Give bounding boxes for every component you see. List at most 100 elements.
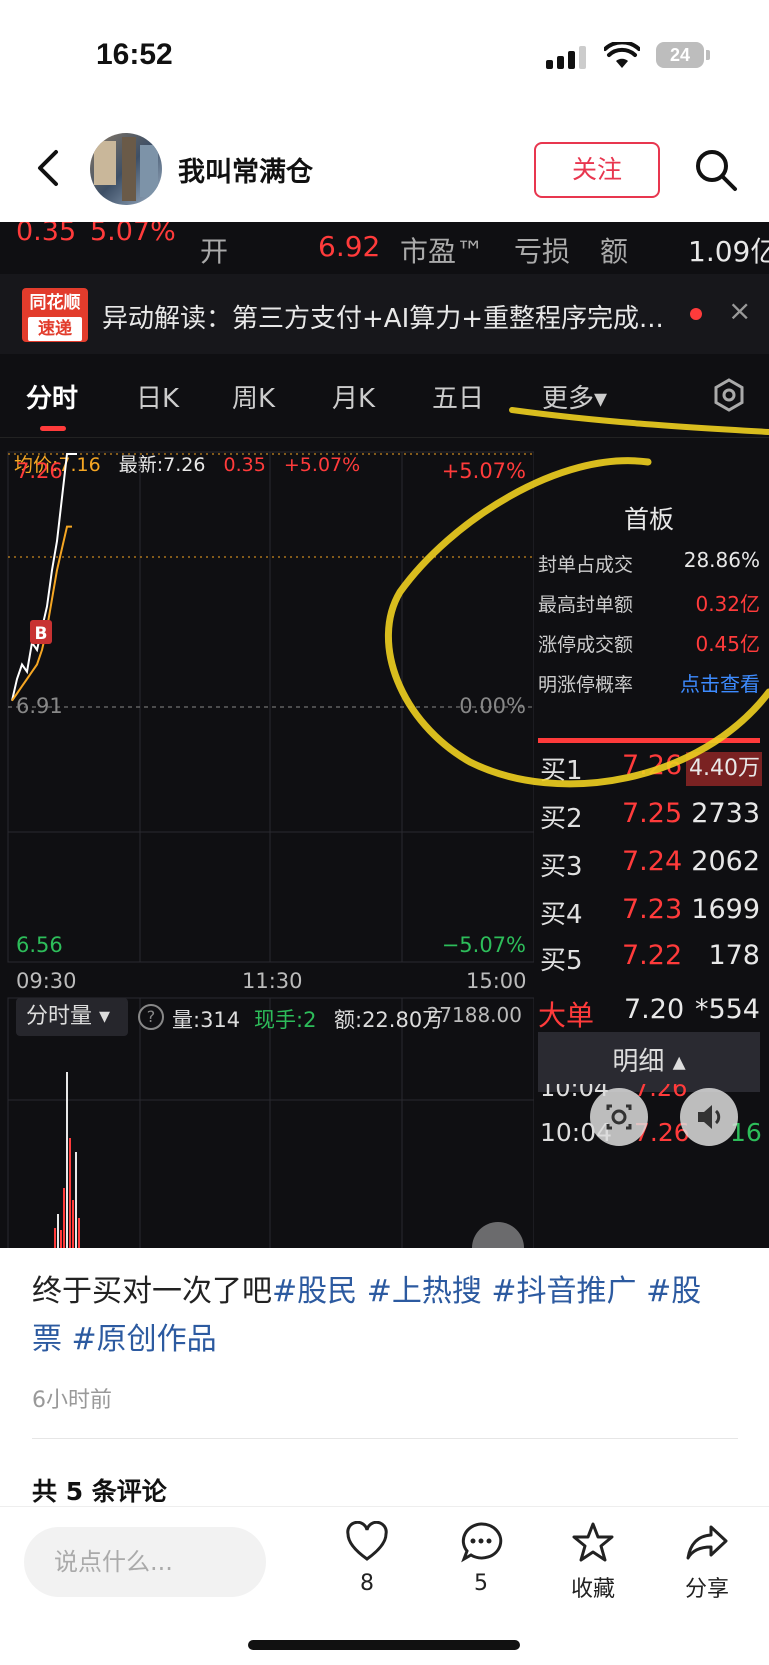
pct-label-top: +5.07% bbox=[442, 459, 526, 483]
volume-bar bbox=[63, 1188, 65, 1248]
volume-type-dropdown[interactable]: 分时量 ▾ bbox=[16, 998, 128, 1036]
chart-grid bbox=[7, 451, 534, 1248]
hashtag-original[interactable]: #原创作品 bbox=[72, 1322, 217, 1357]
bid-price-5: 7.22 bbox=[622, 940, 683, 971]
volume-bar bbox=[72, 1200, 74, 1248]
bid-price-2: 7.25 bbox=[622, 798, 683, 829]
scan-button[interactable] bbox=[590, 1088, 648, 1146]
signal-icon bbox=[546, 46, 586, 69]
pct-label-bottom: −5.07% bbox=[442, 933, 526, 957]
big-order-vol: *554 bbox=[694, 994, 760, 1025]
amount-value: 1.09亿 bbox=[688, 235, 769, 268]
volume-bar bbox=[69, 1138, 71, 1248]
battery-cap bbox=[706, 50, 710, 60]
y-label-mid: 6.91 bbox=[16, 694, 63, 718]
stat-label-2: 涨停成交额 bbox=[538, 634, 634, 656]
stat-label-0: 封单占成交 bbox=[538, 554, 634, 576]
hashtag-stock-part1[interactable]: #股 bbox=[646, 1274, 701, 1309]
avatar[interactable] bbox=[90, 133, 162, 205]
share-button[interactable]: 分享 bbox=[662, 1521, 752, 1603]
scan-icon bbox=[606, 1104, 632, 1130]
detail-toggle[interactable]: 明细 ▴ bbox=[538, 1032, 760, 1092]
comment-button[interactable]: 5 bbox=[436, 1521, 526, 1596]
bid-vol-4: 1699 bbox=[691, 894, 760, 925]
bid-label-5: 买5 bbox=[540, 946, 583, 976]
settings-icon[interactable] bbox=[712, 378, 746, 412]
bid-price-4: 7.23 bbox=[622, 894, 683, 925]
avatar-image bbox=[94, 137, 158, 201]
username[interactable]: 我叫常满仓 bbox=[178, 150, 313, 189]
caption-text: 终于买对一次了吧 bbox=[32, 1274, 272, 1309]
bid-label-2: 买2 bbox=[540, 804, 583, 834]
post-caption: 终于买对一次了吧#股民 #上热搜 #抖音推广 #股票 #原创作品 bbox=[32, 1268, 732, 1364]
volume-bar bbox=[54, 1228, 56, 1248]
status-time: 16:52 bbox=[96, 38, 173, 71]
share-label: 分享 bbox=[684, 1577, 729, 1602]
hashtag-trending[interactable]: #上热搜 bbox=[367, 1274, 482, 1309]
board-title: 首板 bbox=[624, 505, 675, 534]
x-label-open: 09:30 bbox=[16, 969, 77, 993]
volume-amount: 额:22.80万 bbox=[334, 1008, 444, 1032]
big-order-label: 大单 bbox=[538, 999, 595, 1032]
bid-vol-2: 2733 bbox=[691, 798, 760, 829]
back-arrow-icon[interactable] bbox=[30, 148, 70, 188]
stat-value-2: 0.45亿 bbox=[695, 632, 760, 656]
volume-bar bbox=[66, 1072, 68, 1248]
volume-button[interactable] bbox=[680, 1088, 738, 1146]
battery-indicator: 24 bbox=[656, 42, 704, 68]
comments-count: 共 5 条评论 bbox=[32, 1477, 167, 1506]
board-divider bbox=[538, 738, 760, 743]
hashtag-gumin[interactable]: #股民 bbox=[272, 1274, 357, 1309]
video-frame[interactable]: 0.35 5.07% 开 6.92 市盈™ 亏损 额 1.09亿 同花顺 速递 … bbox=[0, 222, 769, 1248]
stat-label-1: 最高封单额 bbox=[538, 594, 634, 616]
volume-current: 现手:2 bbox=[254, 1008, 317, 1032]
bid-label-4: 买4 bbox=[540, 900, 583, 930]
stat-label-3: 明涨停概率 bbox=[538, 674, 634, 696]
unread-dot bbox=[690, 308, 702, 320]
close-icon[interactable]: × bbox=[728, 294, 751, 327]
volume-bar bbox=[57, 1214, 59, 1248]
price-series-0 bbox=[11, 453, 77, 701]
like-button[interactable]: 8 bbox=[322, 1520, 412, 1596]
y-label-bottom: 6.56 bbox=[16, 933, 63, 957]
bid-label-1: 买1 bbox=[540, 756, 583, 786]
wifi-icon bbox=[604, 42, 640, 68]
bid-vol-1: 4.40万 bbox=[689, 756, 760, 781]
x-label-close: 15:00 bbox=[466, 969, 527, 993]
price-series-1 bbox=[11, 525, 72, 702]
amount-label: 额 bbox=[600, 235, 629, 268]
x-label-noon: 11:30 bbox=[242, 969, 303, 993]
big-order-price: 7.20 bbox=[624, 994, 685, 1025]
star-icon bbox=[572, 1522, 614, 1562]
comment-input[interactable]: 说点什么... bbox=[24, 1527, 266, 1597]
volume-qty: 量:314 bbox=[172, 1008, 241, 1032]
stat-value-1: 0.32亿 bbox=[695, 592, 760, 616]
series-layer bbox=[11, 453, 77, 702]
pct-label-mid: 0.00% bbox=[459, 694, 526, 718]
stat-value-0: 28.86% bbox=[683, 548, 760, 572]
hashtag-stock-part2[interactable]: 票 bbox=[32, 1322, 62, 1357]
volume-bar bbox=[78, 1218, 80, 1248]
speaker-icon bbox=[698, 1105, 721, 1129]
svg-text:B: B bbox=[35, 624, 48, 644]
share-arrow-icon bbox=[686, 1525, 728, 1560]
volume-bars bbox=[54, 1072, 80, 1248]
limit-up-probability-link[interactable]: 点击查看 bbox=[640, 668, 760, 697]
divider bbox=[32, 1438, 738, 1439]
post-time: 6小时前 bbox=[32, 1388, 112, 1413]
favorite-label: 收藏 bbox=[570, 1577, 615, 1602]
bid-vol-5: 178 bbox=[708, 940, 760, 971]
volume-bar bbox=[60, 1230, 62, 1248]
help-icon[interactable]: ? bbox=[138, 1004, 164, 1030]
bid-label-3: 买3 bbox=[540, 852, 583, 882]
comment-count: 5 bbox=[474, 1571, 488, 1596]
tab-more[interactable]: 更多▾ bbox=[542, 378, 607, 415]
bid-vol-3: 2062 bbox=[691, 846, 760, 877]
intraday-chart[interactable]: 7.26 6.91 6.56 +5.07% 0.00% −5.07% 09:30… bbox=[0, 222, 534, 1248]
favorite-button[interactable]: 收藏 bbox=[548, 1521, 638, 1603]
hashtag-douyin-promo[interactable]: #抖音推广 bbox=[491, 1274, 636, 1309]
comment-bubble-icon bbox=[461, 1522, 503, 1563]
home-indicator bbox=[248, 1640, 520, 1650]
search-icon[interactable] bbox=[692, 146, 740, 194]
follow-button[interactable]: 关注 bbox=[534, 142, 660, 198]
